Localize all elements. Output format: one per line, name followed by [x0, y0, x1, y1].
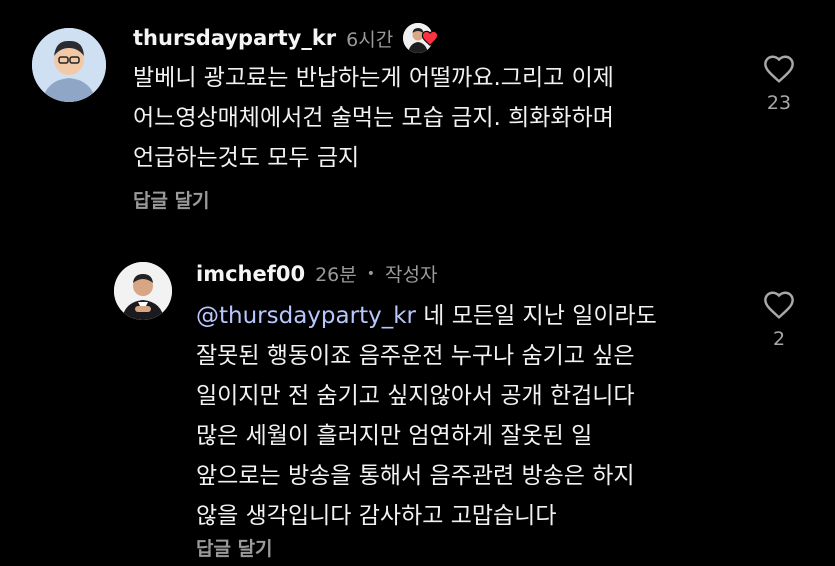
reply-comment-imchef00: imchef00 26분 • 작성자 @thursdayparty_kr 네 모… — [0, 248, 835, 566]
like-count: 23 — [766, 92, 792, 114]
comment-header: imchef00 26분 • 작성자 — [196, 260, 437, 287]
avatar[interactable] — [32, 28, 106, 102]
author-badge: 작성자 — [385, 264, 438, 286]
comment-text: 발베니 광고료는 반납하는게 어떨까요.그리고 이제 어느영상매체에서건 술먹는… — [133, 58, 733, 178]
heart-outline-icon[interactable] — [762, 54, 796, 84]
creator-liked-badge — [403, 22, 439, 54]
like-count: 2 — [772, 328, 786, 350]
comment-text: @thursdayparty_kr 네 모든일 지난 일이라도 잘못된 행동이죠… — [196, 296, 756, 536]
comment-line: 어느영상매체에서건 술먹는 모습 금지. 희화화하며 — [133, 105, 614, 131]
comment-line: 앞으로는 방송을 통해서 음주관련 방송은 하지 — [196, 463, 635, 489]
heart-outline-icon[interactable] — [762, 290, 796, 320]
reply-button[interactable]: 답글 달기 — [196, 534, 273, 561]
comment-thursdayparty: thursdayparty_kr 6시간 발베니 광고료는 반납하는게 어떨까요… — [0, 0, 835, 230]
timestamp: 26분 — [315, 264, 357, 286]
comment-header: thursdayparty_kr 6시간 — [133, 22, 439, 54]
reply-button[interactable]: 답글 달기 — [133, 186, 210, 213]
comment-line: 않을 생각입니다 감사하고 고맙습니다 — [196, 503, 557, 529]
mention-link[interactable]: @thursdayparty_kr — [196, 303, 416, 329]
like-button[interactable]: 23 — [754, 54, 804, 114]
comment-line: 많은 세월이 흘러지만 엄연하게 잘옷된 일 — [196, 423, 593, 449]
like-button[interactable]: 2 — [754, 290, 804, 350]
comment-line: 잘못된 행동이죠 음주운전 누구나 숨기고 싶은 — [196, 343, 635, 369]
comment-line: 발베니 광고료는 반납하는게 어떨까요.그리고 이제 — [133, 65, 614, 91]
avatar[interactable] — [114, 262, 172, 320]
comment-line: 언급하는것도 모두 금지 — [133, 145, 360, 171]
comment-line: @thursdayparty_kr 네 모든일 지난 일이라도 — [196, 296, 756, 336]
comment-line: 일이지만 전 숨기고 싶지않아서 공개 한겁니다 — [196, 383, 635, 409]
username[interactable]: thursdayparty_kr — [133, 26, 336, 50]
red-heart-icon — [422, 30, 439, 46]
username[interactable]: imchef00 — [196, 262, 305, 286]
separator: • — [366, 265, 376, 282]
comment-line-rest: 네 모든일 지난 일이라도 — [415, 303, 657, 329]
timestamp: 6시간 — [346, 28, 394, 51]
